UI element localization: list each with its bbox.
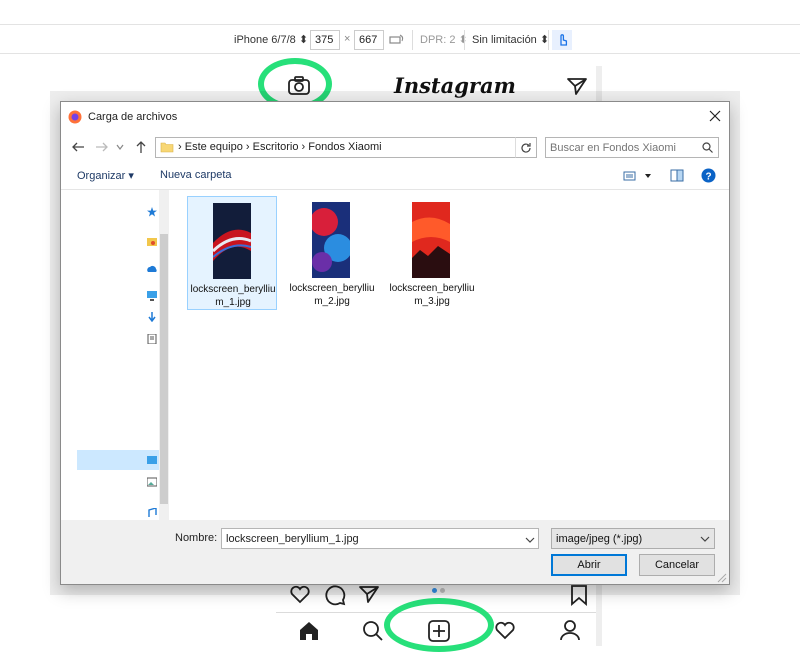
organize-menu[interactable]: Organizar ▾ bbox=[77, 169, 134, 182]
chevron-down-icon[interactable] bbox=[525, 534, 535, 548]
this-pc-icon bbox=[147, 291, 157, 301]
dialog-toolbar: Organizar ▾ Nueva carpeta ? bbox=[61, 162, 729, 190]
device-toolbar: iPhone 6/7/8 ⬍ × DPR: 2 ⬍ Sin limitación… bbox=[0, 24, 800, 54]
recent-locations-icon[interactable] bbox=[116, 141, 124, 156]
open-button[interactable]: Abrir bbox=[551, 554, 627, 576]
file-name: lockscreen_beryllium_2.jpg bbox=[289, 283, 375, 307]
file-name: lockscreen_beryllium_3.jpg bbox=[389, 283, 475, 307]
dialog-footer: Nombre: image/jpeg (*.jpg) Abrir Cancela… bbox=[61, 520, 729, 584]
thumbnail-image bbox=[412, 202, 450, 278]
device-select[interactable]: iPhone 6/7/8 ⬍ bbox=[234, 33, 308, 46]
direct-message-icon[interactable] bbox=[566, 76, 588, 99]
profile-icon[interactable] bbox=[559, 619, 581, 644]
music-icon bbox=[148, 508, 157, 517]
file-item[interactable]: lockscreen_beryllium_2.jpg bbox=[287, 196, 377, 310]
dialog-title: Carga de archivos bbox=[88, 111, 178, 123]
viewport-width-input[interactable] bbox=[310, 30, 340, 50]
carousel-dot-active bbox=[432, 588, 437, 593]
throttle-select[interactable]: Sin limitación ⬍ bbox=[472, 33, 549, 46]
thumbnail-image bbox=[213, 203, 251, 279]
firefox-icon bbox=[68, 110, 82, 127]
filename-input[interactable] bbox=[221, 528, 539, 549]
file-upload-dialog: Carga de archivos › Este equipo › Escrit… bbox=[60, 101, 730, 585]
resize-grip-icon[interactable] bbox=[717, 572, 727, 586]
svg-text:?: ? bbox=[705, 172, 711, 183]
documents-icon bbox=[147, 334, 157, 344]
file-list: lockscreen_beryllium_1.jpg lockscreen_be… bbox=[169, 190, 729, 520]
forward-icon[interactable] bbox=[95, 141, 109, 156]
close-icon[interactable] bbox=[709, 110, 721, 125]
file-item[interactable]: lockscreen_beryllium_3.jpg bbox=[387, 196, 477, 310]
onedrive-icon bbox=[147, 265, 157, 272]
help-icon[interactable]: ? bbox=[701, 168, 716, 186]
share-icon[interactable] bbox=[358, 584, 380, 607]
cancel-button[interactable]: Cancelar bbox=[639, 554, 715, 576]
chevron-down-icon bbox=[700, 536, 710, 542]
breadcrumb-item[interactable]: Este equipo bbox=[185, 141, 243, 153]
thumbnail-image bbox=[312, 202, 350, 278]
nav-scrollbar-thumb[interactable] bbox=[160, 234, 168, 504]
dimension-separator: × bbox=[344, 33, 351, 45]
rotate-icon[interactable] bbox=[389, 33, 405, 50]
pictures-icon bbox=[147, 477, 157, 487]
breadcrumb-item[interactable]: Escritorio bbox=[253, 141, 299, 153]
bookmark-icon[interactable] bbox=[570, 584, 588, 609]
breadcrumb-item[interactable]: Fondos Xiaomi bbox=[308, 141, 381, 153]
refresh-button[interactable] bbox=[515, 137, 537, 158]
new-post-highlight bbox=[384, 598, 494, 652]
refresh-icon bbox=[521, 143, 531, 153]
name-label: Nombre: bbox=[175, 532, 218, 544]
breadcrumb: › Este equipo › Escritorio › Fondos Xiao… bbox=[178, 141, 382, 153]
navigation-pane bbox=[77, 190, 169, 520]
search-icon[interactable] bbox=[362, 620, 384, 645]
file-name: lockscreen_beryllium_1.jpg bbox=[190, 284, 276, 308]
nav-pane-left-edge bbox=[61, 190, 77, 520]
new-folder-button[interactable]: Nueva carpeta bbox=[160, 169, 232, 181]
desktop-icon bbox=[147, 456, 157, 464]
downloads-icon bbox=[148, 312, 156, 322]
view-options-icon[interactable] bbox=[623, 170, 653, 185]
nav-scrollbar[interactable] bbox=[159, 190, 169, 520]
comment-icon[interactable] bbox=[324, 584, 346, 609]
back-icon[interactable] bbox=[71, 141, 85, 156]
search-icon bbox=[702, 142, 713, 156]
up-icon[interactable] bbox=[135, 140, 147, 157]
filetype-select[interactable]: image/jpeg (*.jpg) bbox=[551, 528, 715, 549]
carousel-dot bbox=[440, 588, 445, 593]
activity-icon[interactable] bbox=[494, 620, 516, 643]
search-input[interactable] bbox=[545, 137, 719, 158]
home-icon[interactable] bbox=[298, 620, 320, 645]
quick-access-star-icon bbox=[147, 207, 157, 217]
like-icon[interactable] bbox=[289, 584, 311, 607]
address-row: › Este equipo › Escritorio › Fondos Xiao… bbox=[61, 132, 729, 162]
folder-icon bbox=[147, 238, 157, 246]
viewport-height-input[interactable] bbox=[354, 30, 384, 50]
folder-icon bbox=[160, 141, 174, 156]
instagram-logo: Instagram bbox=[394, 73, 516, 98]
file-item-selected[interactable]: lockscreen_beryllium_1.jpg bbox=[187, 196, 277, 310]
touch-icon[interactable] bbox=[552, 30, 572, 50]
address-bar[interactable]: › Este equipo › Escritorio › Fondos Xiao… bbox=[155, 137, 537, 158]
dpr-select[interactable]: DPR: 2 ⬍ bbox=[420, 33, 468, 46]
dialog-titlebar: Carga de archivos bbox=[61, 102, 729, 132]
preview-pane-icon[interactable] bbox=[670, 169, 684, 185]
